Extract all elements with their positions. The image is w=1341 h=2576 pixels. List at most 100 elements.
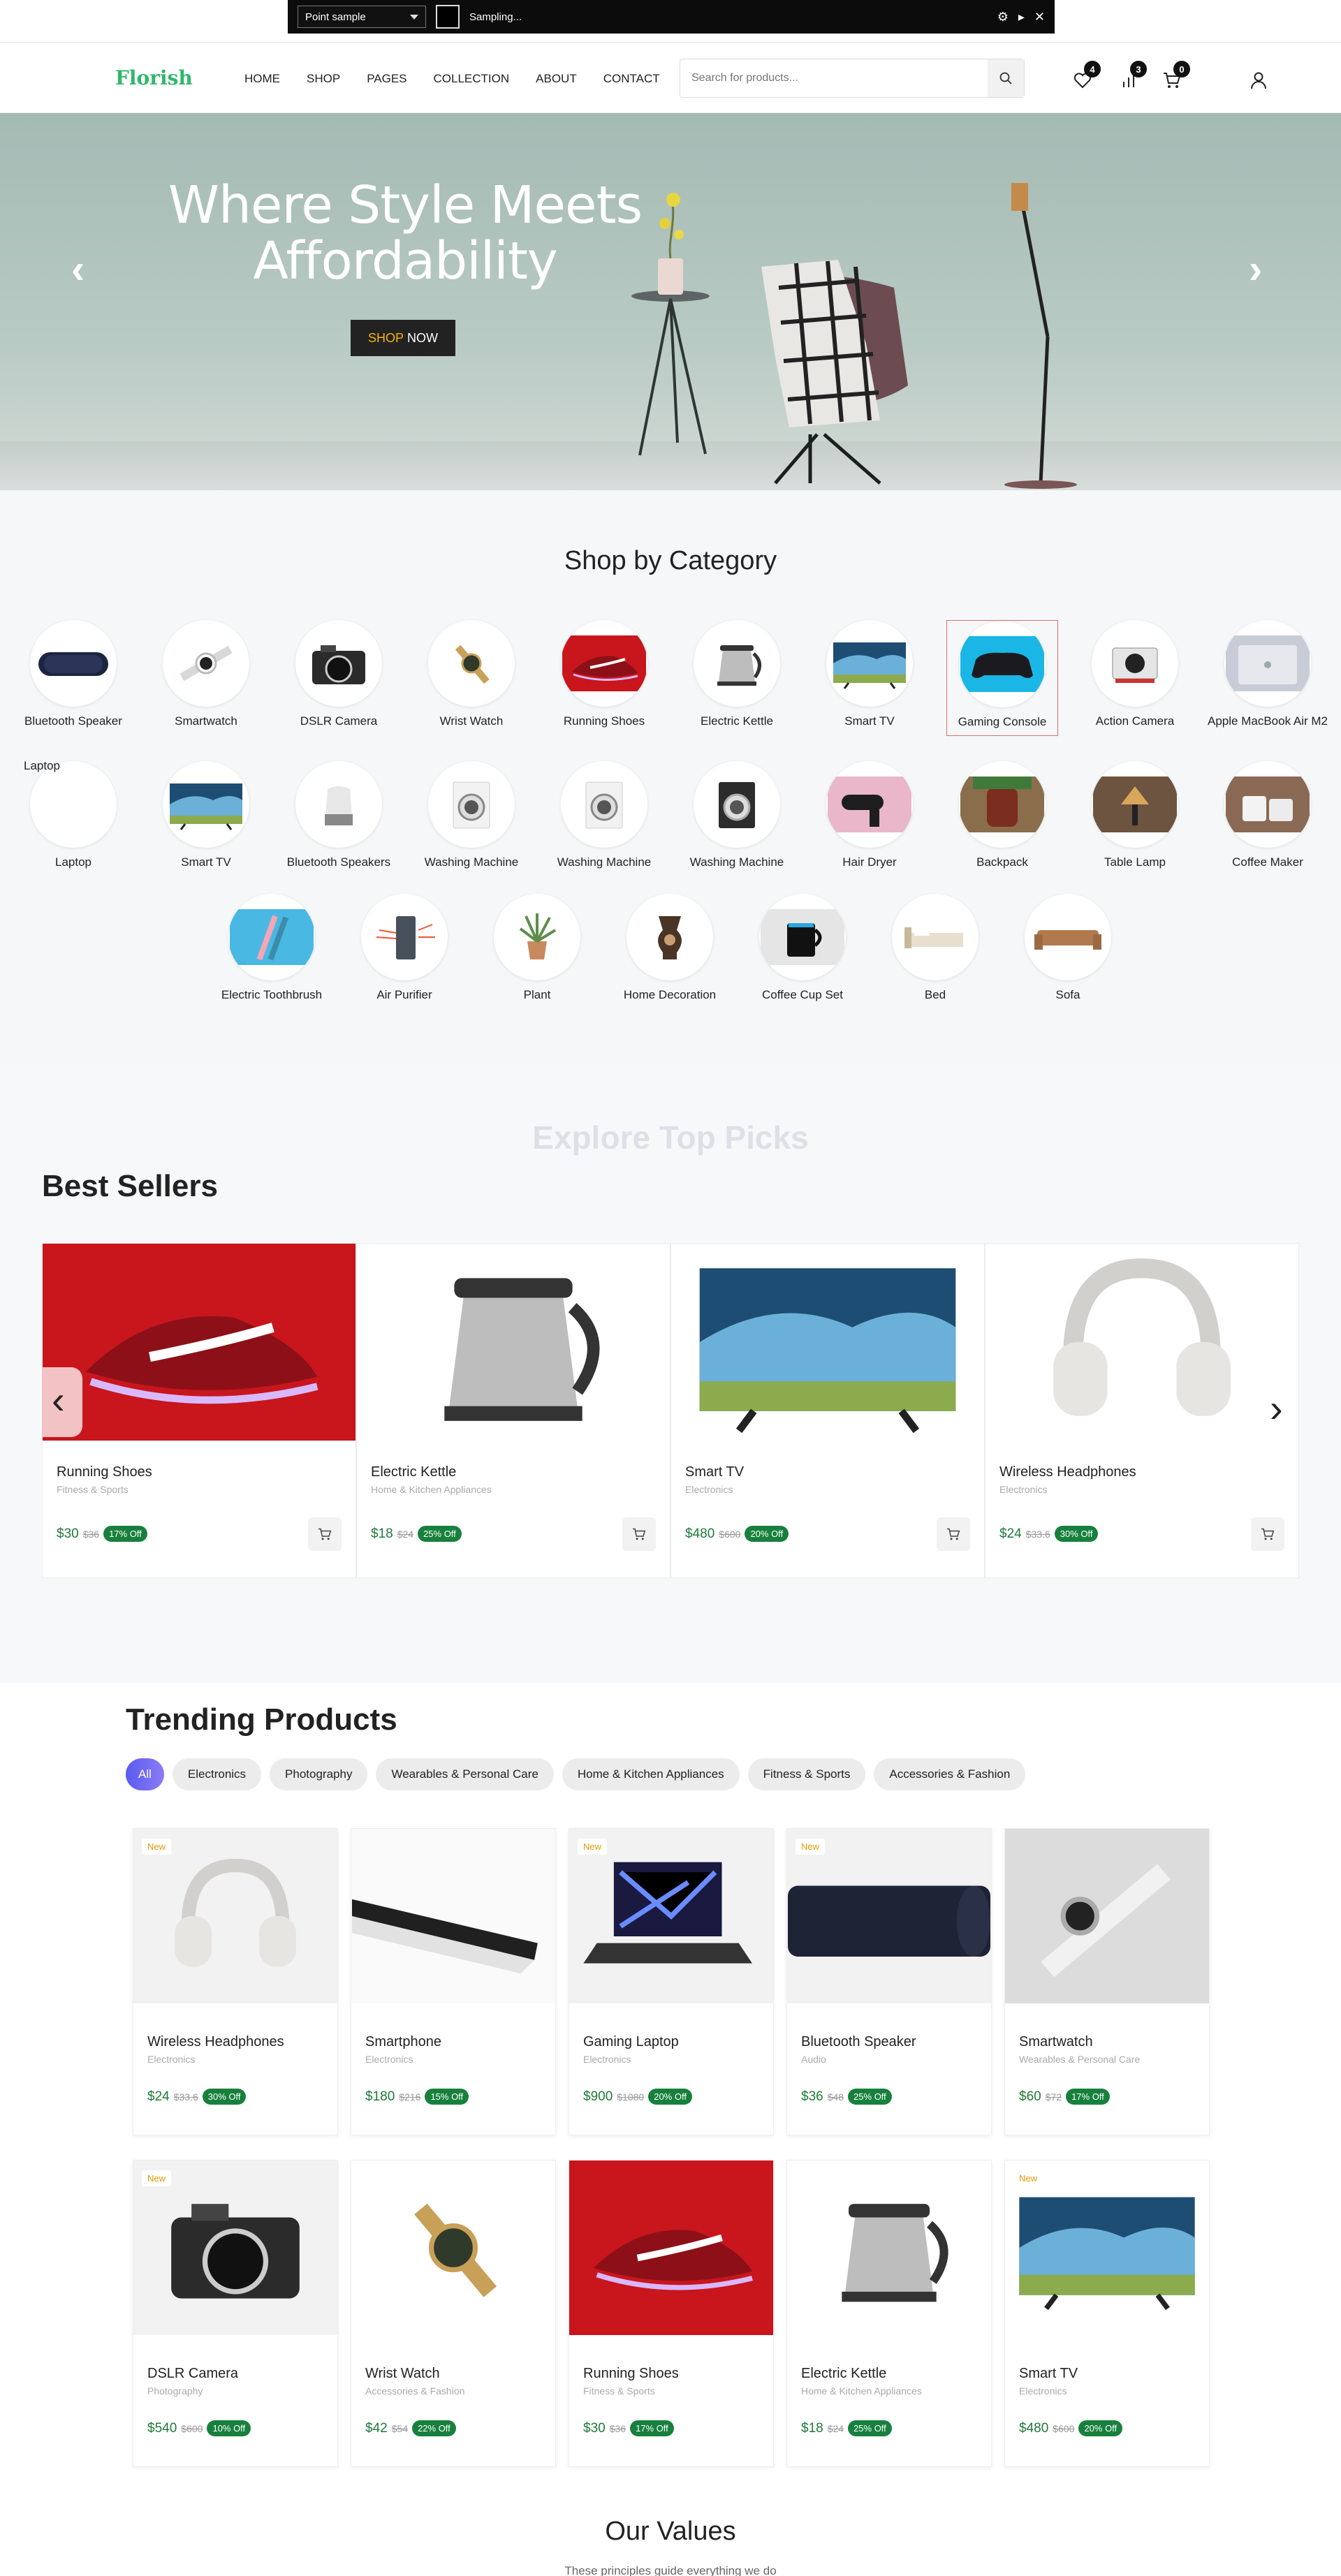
hero-prev-arrow[interactable]: ‹ <box>71 246 85 293</box>
search-button[interactable] <box>988 59 1024 97</box>
shop-now-button[interactable]: SHOP NOW <box>351 320 455 356</box>
category-image <box>1025 894 1111 980</box>
gear-icon[interactable]: ⚙ <box>997 10 1009 24</box>
color-swatch[interactable] <box>436 5 460 29</box>
add-to-cart-button[interactable] <box>308 1517 342 1551</box>
category-image <box>494 894 580 980</box>
product-image <box>787 2161 991 2335</box>
category-image <box>694 761 780 848</box>
add-to-cart-button[interactable] <box>937 1517 970 1551</box>
category-wrist-watch[interactable]: Wrist Watch <box>405 620 538 729</box>
category-label: Smart TV <box>844 714 895 728</box>
nav-pages[interactable]: PAGES <box>367 72 406 86</box>
product-card[interactable]: Running Shoes Fitness & Sports $30 $36 1… <box>569 2160 774 2467</box>
nav-shop[interactable]: SHOP <box>307 72 340 86</box>
category-smartwatch[interactable]: Smartwatch <box>140 620 272 729</box>
carousel-prev-button[interactable]: ‹ <box>42 1367 82 1437</box>
category-smart-tv[interactable]: Smart TV <box>803 620 936 729</box>
add-to-cart-button[interactable] <box>622 1517 656 1551</box>
product-card[interactable]: Wireless Headphones Electronics $24 $33.… <box>985 1243 1299 1578</box>
product-card[interactable]: Wrist Watch Accessories & Fashion $42 $5… <box>351 2160 556 2467</box>
product-category: Electronics <box>583 2054 631 2065</box>
category-washing-machine[interactable]: Washing Machine <box>538 761 670 870</box>
product-image <box>1005 1829 1209 2003</box>
product-card[interactable]: Electric Kettle Home & Kitchen Appliance… <box>786 2160 992 2467</box>
category-running-shoes[interactable]: Running Shoes <box>538 620 670 729</box>
product-card[interactable]: Smart TV Electronics $480 $600 20% Off <box>670 1243 985 1578</box>
product-card[interactable]: Smartphone Electronics $180 $216 15% Off <box>351 1828 556 2135</box>
category-coffee-maker[interactable]: Coffee Maker <box>1201 761 1334 870</box>
category-image <box>1224 620 1311 707</box>
category-apple-macbook-air-m2[interactable]: Apple MacBook Air M2 <box>1201 620 1334 729</box>
category-smart-tv[interactable]: Smart TV <box>140 761 272 870</box>
trending-title: Trending Products <box>126 1702 397 1737</box>
category-coffee-cup-set[interactable]: Coffee Cup Set <box>736 894 869 1003</box>
current-price: $480 <box>1019 2420 1049 2436</box>
category-washing-machine[interactable]: Washing Machine <box>670 761 803 870</box>
nav-contact[interactable]: CONTACT <box>603 72 660 86</box>
product-category: Electronics <box>1019 2385 1067 2397</box>
product-category: Electronics <box>365 2054 413 2065</box>
logo[interactable]: Florish <box>115 66 193 89</box>
category-table-lamp[interactable]: Table Lamp <box>1069 761 1201 870</box>
nav-about[interactable]: ABOUT <box>536 72 577 86</box>
close-icon[interactable]: ✕ <box>1034 10 1045 24</box>
hero-next-arrow[interactable]: › <box>1249 246 1262 293</box>
category-label: Bluetooth Speaker <box>24 714 122 728</box>
category-bluetooth-speaker[interactable]: Bluetooth Speaker <box>7 620 140 729</box>
tab-all[interactable]: All <box>126 1758 164 1790</box>
category-image <box>826 620 913 707</box>
category-sofa[interactable]: Sofa <box>1002 894 1134 1003</box>
category-bed[interactable]: Bed <box>869 894 1002 1003</box>
category-air-purifier[interactable]: Air Purifier <box>338 894 471 1003</box>
category-image <box>561 620 647 707</box>
nav-collection[interactable]: COLLECTION <box>434 72 510 86</box>
category-laptop[interactable]: Laptop Laptop <box>7 759 140 870</box>
nav-home[interactable]: HOME <box>244 72 280 86</box>
category-action-camera[interactable]: Action Camera <box>1069 620 1201 729</box>
product-card[interactable]: Running Shoes Fitness & Sports $30 $36 1… <box>42 1243 356 1578</box>
category-plant[interactable]: Plant <box>471 894 603 1003</box>
category-dslr-camera[interactable]: DSLR Camera <box>272 620 405 729</box>
product-card[interactable]: New Smart TV Electronics $480 $600 20% O… <box>1004 2160 1210 2467</box>
category-electric-kettle[interactable]: Electric Kettle <box>670 620 803 729</box>
product-image <box>569 2161 773 2335</box>
hero-furniture-image <box>631 183 1077 489</box>
category-image <box>959 621 1046 707</box>
category-washing-machine[interactable]: Washing Machine <box>405 761 538 870</box>
wishlist-button[interactable]: 4 <box>1071 61 1101 91</box>
product-card[interactable]: Smartwatch Wearables & Personal Care $60… <box>1004 1828 1210 2135</box>
category-electric-toothbrush[interactable]: Electric Toothbrush <box>205 894 338 1003</box>
sample-mode-select[interactable]: Point sample <box>298 6 426 28</box>
carousel-next-button[interactable]: › <box>1257 1377 1298 1447</box>
tab-wearables-personal-care[interactable]: Wearables & Personal Care <box>376 1758 554 1790</box>
tab-fitness-sports[interactable]: Fitness & Sports <box>747 1758 866 1790</box>
product-card[interactable]: Electric Kettle Home & Kitchen Appliance… <box>356 1243 670 1578</box>
category-hair-dryer[interactable]: Hair Dryer <box>803 761 936 870</box>
play-icon[interactable]: ▸ <box>1018 10 1025 24</box>
category-home-decoration[interactable]: Home Decoration <box>603 894 736 1003</box>
tab-home-kitchen-appliances[interactable]: Home & Kitchen Appliances <box>562 1758 740 1790</box>
product-card[interactable]: New Wireless Headphones Electronics $24 … <box>133 1828 338 2135</box>
category-gaming-console[interactable]: Gaming Console <box>946 620 1058 736</box>
product-card[interactable]: New DSLR Camera Photography $540 $600 10… <box>133 2160 338 2467</box>
best-sellers-section: Explore Top Picks Best Sellers Running S… <box>0 1063 1341 1683</box>
old-price: $36 <box>609 2422 626 2434</box>
discount-badge: 25% Off <box>848 2420 892 2436</box>
category-bluetooth-speakers[interactable]: Bluetooth Speakers <box>272 761 405 870</box>
compare-button[interactable]: 3 <box>1118 61 1147 91</box>
search-input[interactable] <box>680 59 988 97</box>
current-price: $18 <box>801 2420 823 2436</box>
product-category: Electronics <box>147 2054 196 2065</box>
tab-electronics[interactable]: Electronics <box>172 1758 262 1790</box>
old-price: $24 <box>827 2422 844 2434</box>
add-to-cart-button[interactable] <box>1251 1517 1284 1551</box>
category-backpack[interactable]: Backpack <box>936 761 1069 870</box>
tab-accessories-fashion[interactable]: Accessories & Fashion <box>874 1758 1026 1790</box>
product-card[interactable]: New Gaming Laptop Electronics $900 $1080… <box>569 1828 774 2135</box>
cart-button[interactable]: 0 <box>1161 61 1190 91</box>
product-name: Gaming Laptop <box>583 2034 679 2049</box>
account-button[interactable] <box>1247 69 1270 91</box>
tab-photography[interactable]: Photography <box>270 1758 368 1790</box>
product-card[interactable]: New Bluetooth Speaker Audio $36 $48 25% … <box>786 1828 992 2135</box>
